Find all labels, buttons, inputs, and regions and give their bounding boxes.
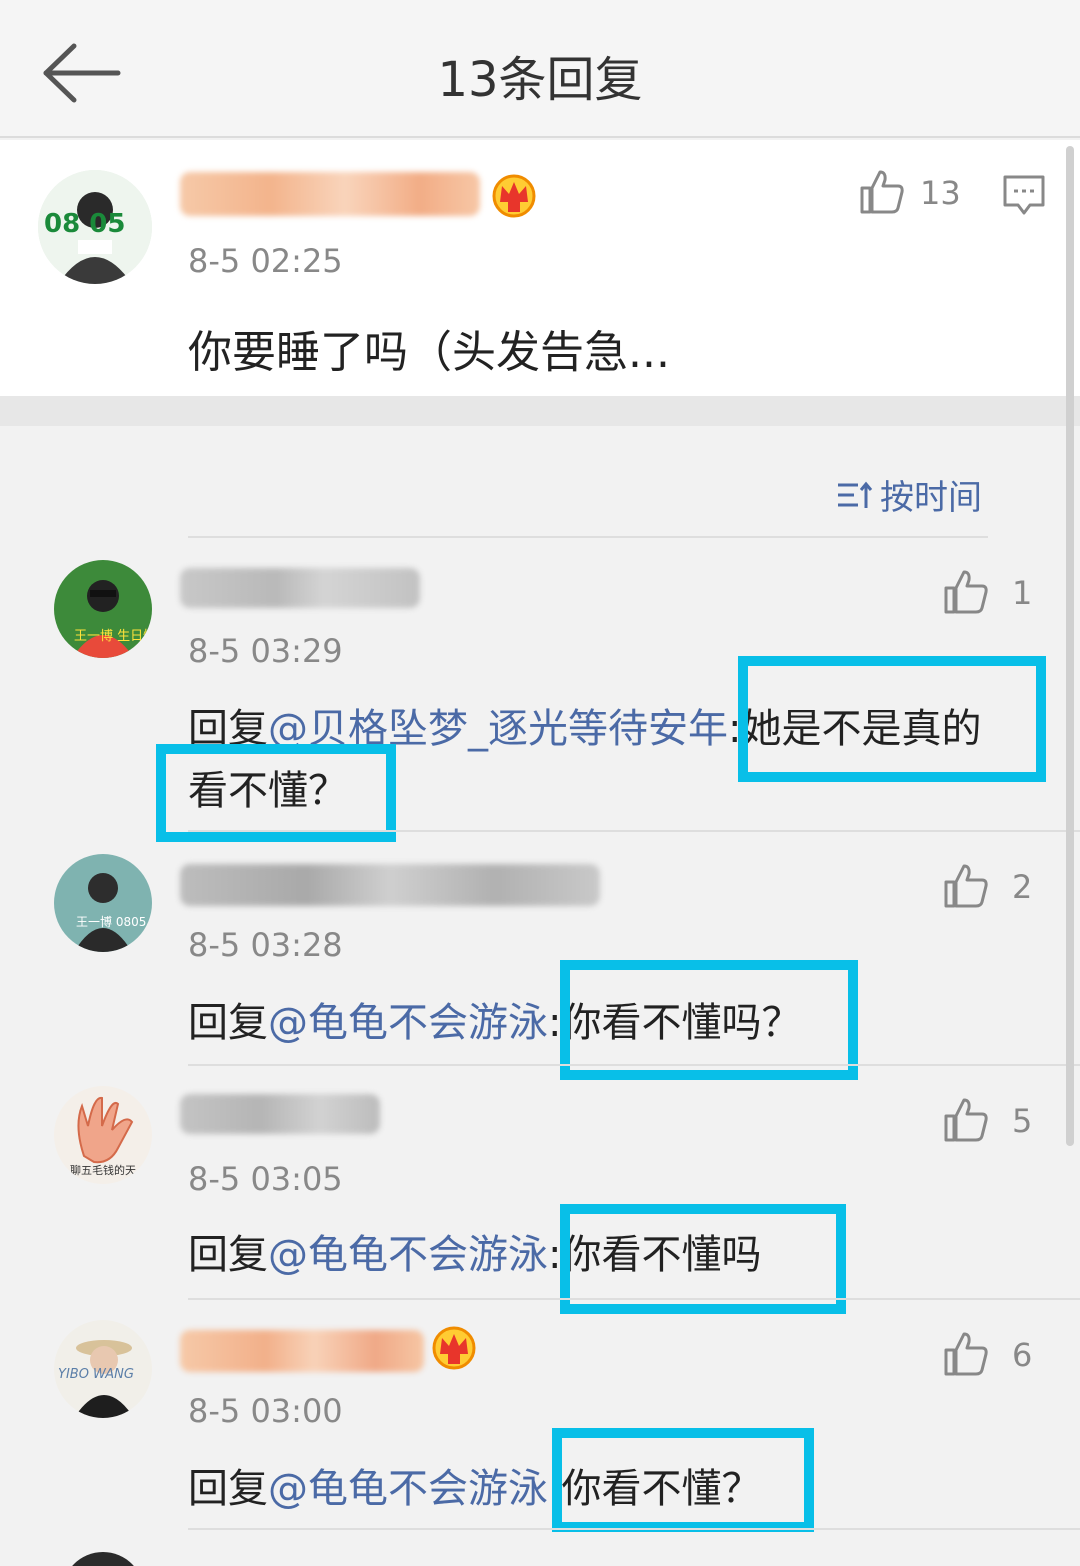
like-count: 6 [1012,1336,1033,1374]
avatar-label: 聊五毛钱的天 [70,1163,136,1177]
like-icon[interactable] [942,568,990,620]
like-count: 1 [1012,574,1033,612]
divider [188,536,988,538]
highlight-box [560,960,858,1080]
avatar-label: 王一博 0805 [76,914,146,929]
weibo-replies-screen: 13条回复 08 05 8-5 02:25 13 你要睡了吗（头发告急... 按… [0,0,1080,1566]
reply-time: 8-5 03:05 [188,1160,343,1198]
like-count: 5 [1012,1102,1033,1140]
like-icon[interactable] [942,1096,990,1148]
comment-text: 你要睡了吗（头发告急... [188,327,670,378]
reply-time: 8-5 03:28 [188,926,343,964]
like-icon[interactable] [858,168,906,220]
username-blurred[interactable] [180,864,600,906]
page-title: 13条回复 [437,52,643,108]
avatar-label: 08 05 [44,209,125,239]
divider [188,1528,1080,1530]
vip-crown-icon [430,1324,478,1374]
reply-avatar[interactable]: 聊五毛钱的天 [54,1086,152,1184]
mention-link[interactable]: @龟龟不会游泳 [268,1466,548,1512]
reply-avatar[interactable]: 王一博 0805 [54,854,152,952]
highlight-box [156,744,396,842]
top-bar: 13条回复 [0,0,1080,138]
username-blurred[interactable] [180,568,420,608]
like-icon[interactable] [942,862,990,914]
divider [188,1064,1080,1066]
mention-link[interactable]: @龟龟不会游泳 [268,1000,548,1046]
like-count: 13 [920,174,961,212]
like-icon[interactable] [942,1330,990,1382]
reply-avatar[interactable] [62,1552,144,1566]
vip-crown-icon [490,172,538,222]
reply-prefix: 回复 [188,1466,268,1512]
reply-avatar[interactable]: 王一博 生日快乐 [54,560,152,658]
sort-label: 按时间 [880,478,982,518]
mention-link[interactable]: @龟龟不会游泳 [268,1232,548,1278]
username-blurred[interactable] [180,172,480,216]
comment-time: 8-5 02:25 [188,242,343,280]
reply-prefix: 回复 [188,1000,268,1046]
comment-icon[interactable] [1002,174,1046,220]
reply-prefix: 回复 [188,1232,268,1278]
reply-time: 8-5 03:00 [188,1392,343,1430]
reply-avatar[interactable]: YIBO WANG [54,1320,152,1418]
avatar-label: YIBO WANG [58,1367,134,1382]
avatar-label: 王一博 生日快乐 [74,629,152,644]
username-blurred[interactable] [180,1330,424,1372]
highlight-box [738,656,1046,782]
sort-by-time-button[interactable]: 按时间 [836,470,982,519]
divider [188,830,1080,832]
highlight-box [552,1428,814,1532]
sort-icon [838,481,873,508]
scrollbar[interactable] [1066,146,1074,1146]
username-blurred[interactable] [180,1094,380,1134]
reply-time: 8-5 03:29 [188,632,343,670]
section-divider [0,396,1080,426]
like-count: 2 [1012,868,1033,906]
divider [188,1298,1080,1300]
main-comment: 08 05 8-5 02:25 13 你要睡了吗（头发告急... [0,140,1080,396]
main-comment-avatar[interactable]: 08 05 [38,170,152,284]
